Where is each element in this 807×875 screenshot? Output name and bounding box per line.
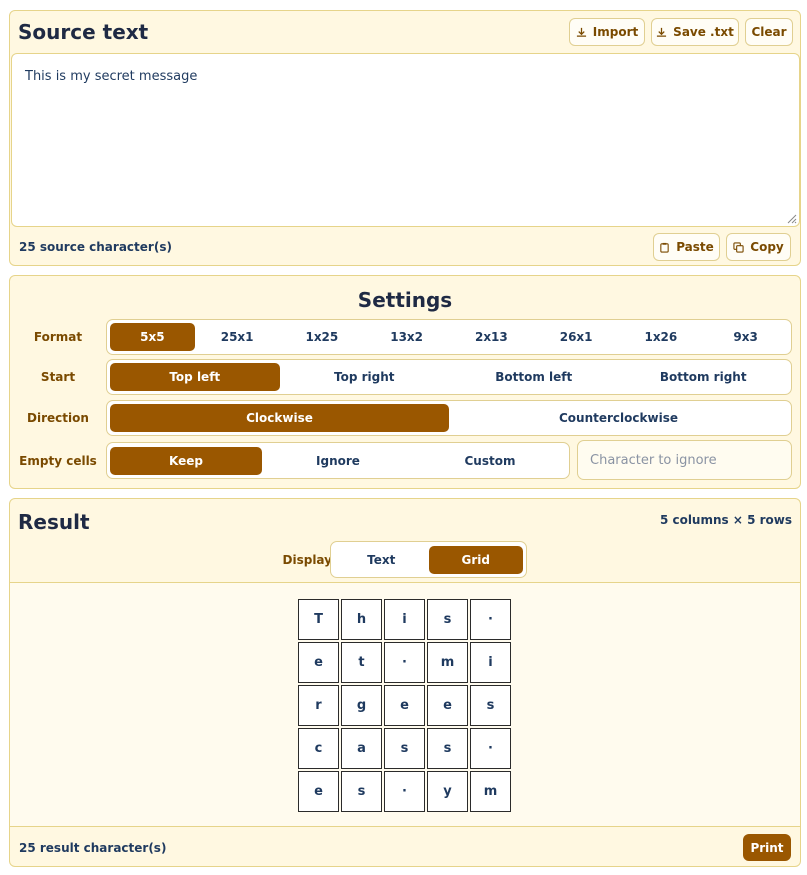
grid-cell: h [341,599,382,640]
grid-cell: c [298,728,339,769]
grid-cell: · [470,599,511,640]
display-option-text[interactable]: Text [334,546,429,574]
resize-handle-icon[interactable] [785,212,797,224]
grid-cell: m [470,771,511,812]
copy-icon [733,241,744,253]
grid-cell: t [341,642,382,683]
download-icon [576,27,586,37]
grid-cell: r [298,685,339,726]
paste-button[interactable]: Paste [653,233,720,261]
source-text-value: This is my secret message [25,69,198,84]
grid-cell: a [341,728,382,769]
grid-cell: e [384,685,425,726]
settings-title: Settings [357,288,453,312]
format-option-1x25[interactable]: 1x25 [280,323,365,351]
format-selector: 5x5 25x1 1x25 13x2 2x13 26x1 1x26 9x3 [106,319,792,355]
grid-cell: · [470,728,511,769]
grid-cell: i [384,599,425,640]
format-option-9x3[interactable]: 9x3 [703,323,788,351]
clear-button[interactable]: Clear [745,18,793,46]
copy-button[interactable]: Copy [726,233,791,261]
grid-cell: g [341,685,382,726]
grid-cell: s [427,728,468,769]
empty-cells-option-custom[interactable]: Custom [414,447,566,475]
direction-selector: Clockwise Counterclockwise [106,400,792,436]
grid-cell: e [298,642,339,683]
clipboard-icon [660,242,669,253]
empty-cells-option-keep[interactable]: Keep [110,446,262,475]
empty-cells-option-ignore[interactable]: Ignore [262,447,414,475]
grid-cell: e [427,685,468,726]
save-txt-button[interactable]: Save .txt [651,18,739,46]
start-option-top-right[interactable]: Top right [280,363,450,391]
start-option-top-left[interactable]: Top left [110,363,280,391]
format-label: Format [33,330,83,344]
source-panel: Source text Import Save .txt Clear This … [9,10,801,266]
empty-cells-label: Empty cells [19,454,97,468]
print-button[interactable]: Print [743,834,791,861]
import-label: Import [592,25,639,39]
start-selector: Top left Top right Bottom left Bottom ri… [106,359,792,395]
result-title: Result [18,510,90,534]
display-selector: Text Grid [330,541,527,578]
direction-option-counterclockwise[interactable]: Counterclockwise [449,404,788,432]
display-label: Display [282,553,332,567]
display-option-grid[interactable]: Grid [428,545,523,574]
grid-cell: e [298,771,339,812]
import-button[interactable]: Import [569,18,645,46]
source-title: Source text [18,20,149,44]
result-char-count: 25 result character(s) [19,841,167,855]
grid-cell: i [470,642,511,683]
download-icon [657,27,667,37]
grid-cell: m [427,642,468,683]
start-label: Start [40,370,76,384]
format-option-26x1[interactable]: 26x1 [534,323,619,351]
start-option-bottom-right[interactable]: Bottom right [619,363,789,391]
grid-cell: s [427,599,468,640]
start-option-bottom-left[interactable]: Bottom left [449,363,619,391]
settings-panel: Settings Format 5x5 25x1 1x25 13x2 2x13 … [9,275,801,489]
empty-cells-selector: Keep Ignore Custom [106,442,570,479]
result-dimensions: 5 columns × 5 rows [659,513,792,527]
direction-option-clockwise[interactable]: Clockwise [110,404,449,432]
grid-cell: s [384,728,425,769]
source-char-count: 25 source character(s) [19,240,172,254]
format-option-1x26[interactable]: 1x26 [619,323,704,351]
copy-label: Copy [750,240,784,254]
grid-cell: T [298,599,339,640]
grid-cell: s [341,771,382,812]
grid-cell: · [384,771,425,812]
source-textarea[interactable]: This is my secret message [11,53,800,227]
format-option-5x5[interactable]: 5x5 [110,323,195,351]
direction-label: Direction [27,411,89,425]
format-option-2x13[interactable]: 2x13 [449,323,534,351]
format-option-25x1[interactable]: 25x1 [195,323,280,351]
ignore-character-input[interactable]: Character to ignore [577,440,792,480]
grid-cell: s [470,685,511,726]
format-option-13x2[interactable]: 13x2 [364,323,449,351]
paste-label: Paste [676,240,714,254]
save-label: Save .txt [673,25,734,39]
result-grid-area: Th i s · e t · m i r g e e s c a s s · e s · y m [10,582,800,827]
result-panel: Result 5 columns × 5 rows Display Text G… [9,498,801,867]
ignore-character-placeholder: Character to ignore [590,453,717,468]
grid-cell: · [384,642,425,683]
grid-cell: y [427,771,468,812]
